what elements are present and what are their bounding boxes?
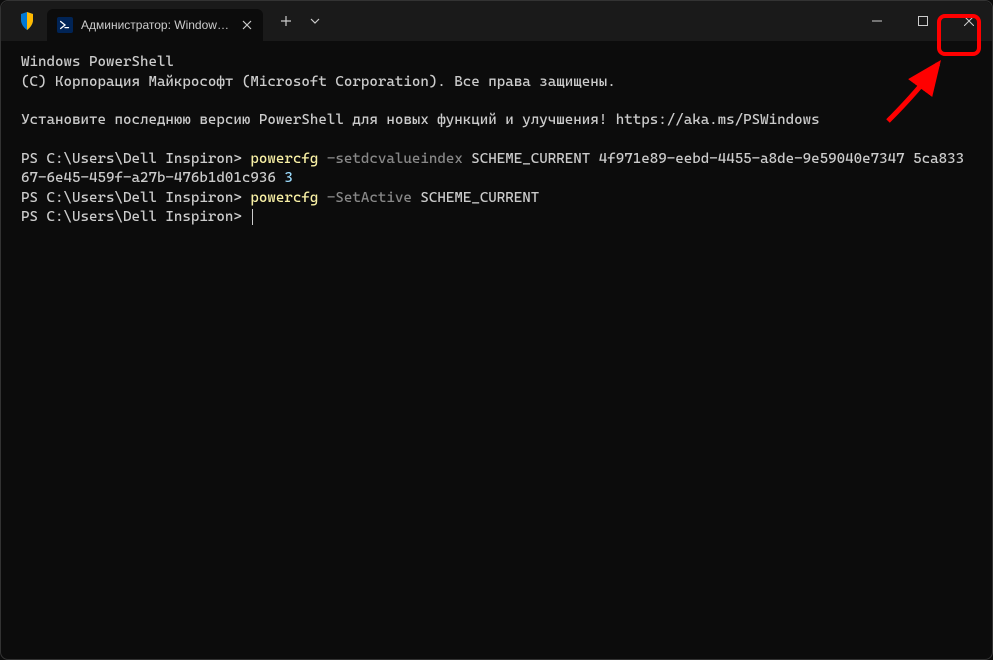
maximize-button[interactable] [900, 1, 946, 41]
tab-close-button[interactable] [239, 17, 255, 33]
minimize-button[interactable] [854, 1, 900, 41]
terminal-window: Администратор: Windows Po [0, 0, 993, 660]
new-tab-button[interactable] [271, 6, 301, 36]
close-button[interactable] [946, 1, 992, 41]
powershell-icon [57, 17, 73, 33]
tab-dropdown-button[interactable] [305, 6, 325, 36]
command-line: PS C:\Users\Dell Inspiron> powercfg -set… [21, 150, 972, 189]
admin-shield-icon [15, 9, 39, 33]
cursor-icon [252, 209, 253, 225]
output-line: Установите последнюю версию PowerShell д… [21, 111, 972, 131]
prompt-line: PS C:\Users\Dell Inspiron> [21, 208, 972, 228]
tab-title: Администратор: Windows Po [81, 18, 231, 32]
terminal-output[interactable]: Windows PowerShell (C) Корпорация Майкро… [1, 41, 992, 659]
window-controls [854, 1, 992, 41]
blank-line [21, 131, 972, 150]
command-line: PS C:\Users\Dell Inspiron> powercfg -Set… [21, 189, 972, 209]
output-line: (C) Корпорация Майкрософт (Microsoft Cor… [21, 73, 972, 93]
titlebar: Администратор: Windows Po [1, 1, 992, 41]
tab-powershell[interactable]: Администратор: Windows Po [47, 9, 263, 41]
blank-line [21, 92, 972, 111]
output-line: Windows PowerShell [21, 53, 972, 73]
